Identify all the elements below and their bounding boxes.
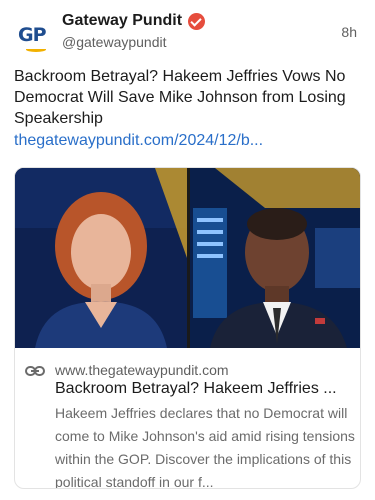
preview-domain: www.thegatewaypundit.com [55,362,229,378]
avatar[interactable]: GP [14,16,52,54]
preview-description: Hakeem Jeffries declares that no Democra… [55,405,355,489]
author-row: Gateway Pundit [62,12,206,30]
verified-badge-icon [188,12,206,30]
author-handle[interactable]: @gatewaypundit [62,34,167,50]
preview-title[interactable]: Backroom Betrayal? Hakeem Jeffries ... [55,380,355,398]
avatar-logo-text: GP [18,24,47,46]
post-header: GP Gateway Pundit @gatewaypundit 8h [14,10,361,54]
preview-image[interactable] [15,168,360,348]
post-time: 8h [341,24,357,40]
preview-image-graphic [15,168,360,348]
avatar-swoosh [26,47,46,52]
link-icon [25,366,45,376]
link-preview-card[interactable]: www.thegatewaypundit.com Backroom Betray… [14,167,361,489]
author-name[interactable]: Gateway Pundit [62,12,182,30]
preview-body: www.thegatewaypundit.com Backroom Betray… [15,348,360,489]
post-text: Backroom Betrayal? Hakeem Jeffries Vows … [14,68,346,127]
post-link[interactable]: thegatewaypundit.com/2024/12/b... [14,132,263,150]
